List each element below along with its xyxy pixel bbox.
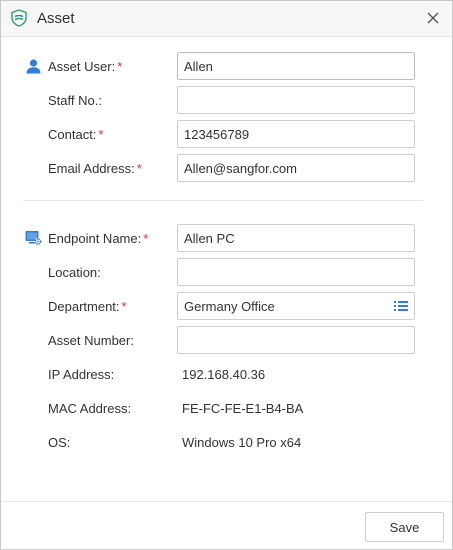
os-value: Windows 10 Pro x64 xyxy=(182,435,302,450)
department-row: Department: * Germany Office xyxy=(1,292,452,320)
mac-address-value: FE-FC-FE-E1-B4-BA xyxy=(182,401,304,416)
asset-user-row: Asset User: * xyxy=(1,52,452,80)
asset-number-row: Asset Number: xyxy=(1,326,452,354)
email-input[interactable] xyxy=(177,154,415,182)
dialog-title: Asset xyxy=(37,10,75,27)
close-icon[interactable] xyxy=(423,8,443,28)
shield-logo-icon xyxy=(10,9,28,27)
ip-address-label: IP Address: xyxy=(48,367,115,382)
user-icon xyxy=(25,58,42,74)
endpoint-name-label: Endpoint Name: * xyxy=(48,231,149,246)
location-row: Location: xyxy=(1,258,452,286)
ip-address-row: IP Address: 192.168.40.36 xyxy=(1,360,452,388)
department-label: Department: * xyxy=(48,299,127,314)
department-value: Germany Office xyxy=(184,298,275,314)
section-divider xyxy=(23,200,423,201)
mac-address-label: MAC Address: xyxy=(48,401,132,416)
email-row: Email Address: * xyxy=(1,154,452,182)
contact-label: Contact: * xyxy=(48,127,104,142)
staff-no-input[interactable] xyxy=(177,86,415,114)
endpoint-name-row: Endpoint Name: * xyxy=(1,224,452,252)
dialog-header: Asset xyxy=(1,1,452,37)
save-button[interactable]: Save xyxy=(365,512,444,542)
location-label: Location: xyxy=(48,265,101,280)
asset-number-input[interactable] xyxy=(177,326,415,354)
dialog-footer: Save xyxy=(1,501,452,549)
asset-user-input[interactable] xyxy=(177,52,415,80)
staff-no-label: Staff No.: xyxy=(48,93,102,108)
staff-no-row: Staff No.: xyxy=(1,86,452,114)
os-label: OS: xyxy=(48,435,71,450)
ip-address-value: 192.168.40.36 xyxy=(182,367,266,382)
contact-input[interactable] xyxy=(177,120,415,148)
location-input[interactable] xyxy=(177,258,415,286)
asset-dialog: Asset Asset User:* Staff No.: Contact:* … xyxy=(0,0,453,550)
mac-address-row: MAC Address: FE-FC-FE-E1-B4-BA xyxy=(1,394,452,422)
department-select[interactable]: Germany Office xyxy=(177,292,415,320)
endpoint-name-input[interactable] xyxy=(177,224,415,252)
os-row: OS: Windows 10 Pro x64 xyxy=(1,428,452,456)
asset-user-label: Asset User: * xyxy=(48,59,123,74)
endpoint-settings-icon xyxy=(25,230,42,246)
list-icon[interactable] xyxy=(394,300,408,312)
email-label: Email Address: * xyxy=(48,161,142,176)
asset-number-label: Asset Number: xyxy=(48,333,134,348)
contact-row: Contact: * xyxy=(1,120,452,148)
